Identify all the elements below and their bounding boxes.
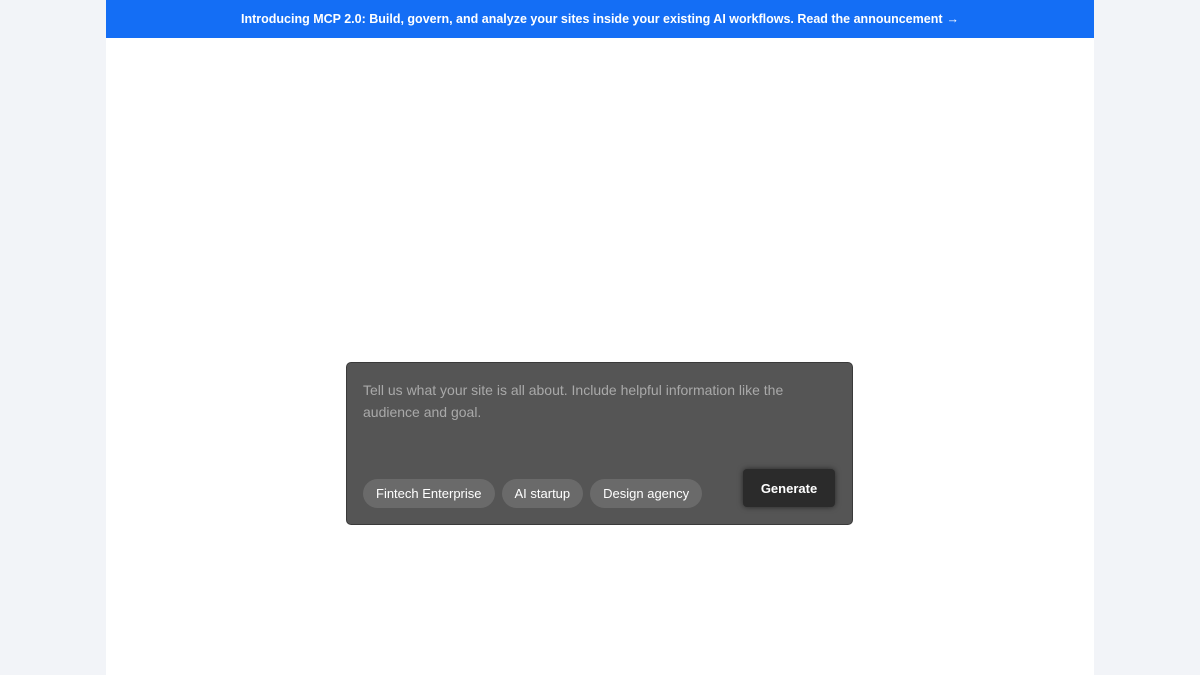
chip-fintech-enterprise[interactable]: Fintech Enterprise	[363, 479, 495, 508]
suggestion-chips: Fintech Enterprise AI startup Design age…	[363, 479, 703, 508]
page-content: Introducing MCP 2.0: Build, govern, and …	[106, 0, 1094, 675]
announcement-banner[interactable]: Introducing MCP 2.0: Build, govern, and …	[106, 0, 1094, 38]
generate-button[interactable]: Generate	[743, 469, 835, 507]
arrow-right-icon: →	[946, 12, 960, 26]
site-prompt-card: Fintech Enterprise AI startup Design age…	[346, 362, 853, 525]
site-description-input[interactable]	[363, 379, 833, 463]
chip-design-agency[interactable]: Design agency	[590, 479, 703, 508]
announcement-text: Introducing MCP 2.0: Build, govern, and …	[240, 12, 943, 26]
chip-ai-startup[interactable]: AI startup	[501, 479, 584, 508]
